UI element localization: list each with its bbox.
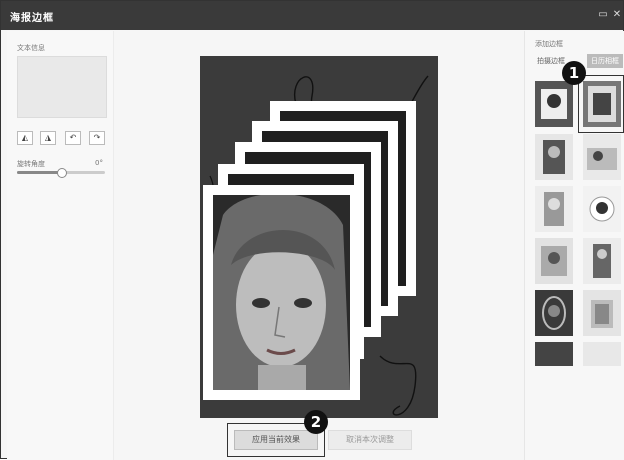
window-title: 海报边框 [10,13,54,24]
apply-effect-button[interactable]: 应用当前效果 [234,430,318,450]
frame-thumbnail[interactable] [583,134,621,180]
close-icon[interactable]: ✕ [612,10,622,20]
step-badge-2: 2 [304,410,328,434]
portrait-photo [213,195,350,390]
frame-thumbnail[interactable] [535,134,573,180]
rotate-angle-label: 旋转角度 [17,160,45,168]
text-preview-box[interactable] [17,56,107,118]
frame-thumbnail[interactable] [583,186,621,232]
frame-thumbnail[interactable] [583,238,621,284]
title-bar: 海报边框 ▭ ✕ [1,1,623,30]
poster-frame-window: 海报边框 ▭ ✕ 文本信息 ◭ ◮ ↶ ↷ 旋转角度 0° 应用当前效果 取消本… [0,0,624,460]
frame-thumbnail[interactable] [583,342,621,366]
frame-thumbnail[interactable] [583,290,621,336]
rotate-right-icon[interactable]: ↷ [89,131,105,145]
frame-thumbnail[interactable] [535,238,573,284]
frame-thumbnail[interactable] [535,342,573,366]
rotate-slider-fill [17,171,61,174]
frame-thumbnail[interactable] [535,290,573,336]
selected-frame-highlight [578,75,624,133]
maximize-icon[interactable]: ▭ [598,10,608,20]
tab-calendar-frame[interactable]: 日历相框 [587,54,623,68]
portrait-photo-frame [203,185,360,400]
rotate-slider[interactable] [17,168,105,178]
rotate-slider-knob[interactable] [57,168,67,178]
text-info-label: 文本信息 [17,44,45,52]
step-badge-1: 1 [562,61,586,85]
frame-library-panel: 添加边框 拍摄边框 日历相框 1 [524,31,624,460]
frame-thumbnail[interactable] [535,186,573,232]
left-settings-panel: 文本信息 ◭ ◮ ↶ ↷ 旋转角度 0° [7,31,114,460]
cancel-adjust-button[interactable]: 取消本次调整 [328,430,412,450]
rotate-left-icon[interactable]: ↶ [65,131,81,145]
poster-preview[interactable] [200,56,438,418]
rotate-angle-value: 0° [95,159,103,167]
canvas-area: 应用当前效果 取消本次调整 2 [114,31,524,460]
frame-thumbnail[interactable] [535,81,573,127]
flip-horizontal-icon[interactable]: ◭ [17,131,33,145]
add-frame-header: 添加边框 [535,40,563,48]
flip-vertical-icon[interactable]: ◮ [40,131,56,145]
